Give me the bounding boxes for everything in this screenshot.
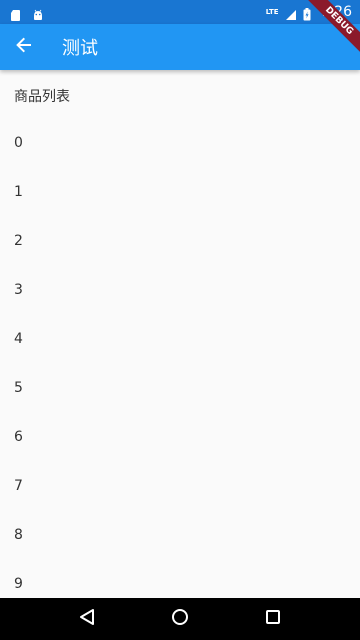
list-item[interactable]: 5 — [0, 363, 360, 412]
product-list[interactable]: 0 1 2 3 4 5 6 7 8 9 — [0, 118, 360, 598]
recents-square-icon — [265, 609, 281, 629]
page-title: 测试 — [62, 38, 98, 59]
network-type-label: LTE — [265, 7, 279, 16]
list-item[interactable]: 9 — [0, 559, 360, 598]
list-item[interactable]: 0 — [0, 118, 360, 167]
status-right-icons: LTE 7:26 — [265, 4, 352, 21]
list-header: 商品列表 — [14, 89, 70, 105]
app-bar: 测试 — [0, 24, 360, 70]
nav-home-button[interactable] — [160, 599, 200, 639]
status-left-icons — [10, 6, 44, 21]
nav-recents-button[interactable] — [253, 599, 293, 639]
content: 商品列表 0 1 2 3 4 5 6 7 8 9 — [0, 70, 360, 598]
signal-icon — [285, 6, 297, 20]
screen: LTE 7:26 DEBUG 测试 商品列表 0 1 2 3 4 5 6 7 8… — [0, 0, 360, 640]
list-item[interactable]: 1 — [0, 167, 360, 216]
list-item[interactable]: 8 — [0, 510, 360, 559]
list-item[interactable]: 2 — [0, 216, 360, 265]
sd-card-icon — [10, 6, 22, 21]
status-time: 7:26 — [320, 4, 352, 20]
list-item[interactable]: 7 — [0, 461, 360, 510]
list-item[interactable]: 4 — [0, 314, 360, 363]
back-button[interactable] — [0, 24, 48, 70]
arrow-left-icon — [15, 36, 33, 58]
back-triangle-icon — [79, 608, 95, 630]
battery-icon — [303, 6, 315, 21]
nav-back-button[interactable] — [67, 599, 107, 639]
system-nav-bar — [0, 598, 360, 640]
home-circle-icon — [171, 608, 189, 630]
list-item[interactable]: 3 — [0, 265, 360, 314]
android-icon — [32, 6, 44, 20]
list-item[interactable]: 6 — [0, 412, 360, 461]
status-bar: LTE 7:26 — [0, 0, 360, 24]
